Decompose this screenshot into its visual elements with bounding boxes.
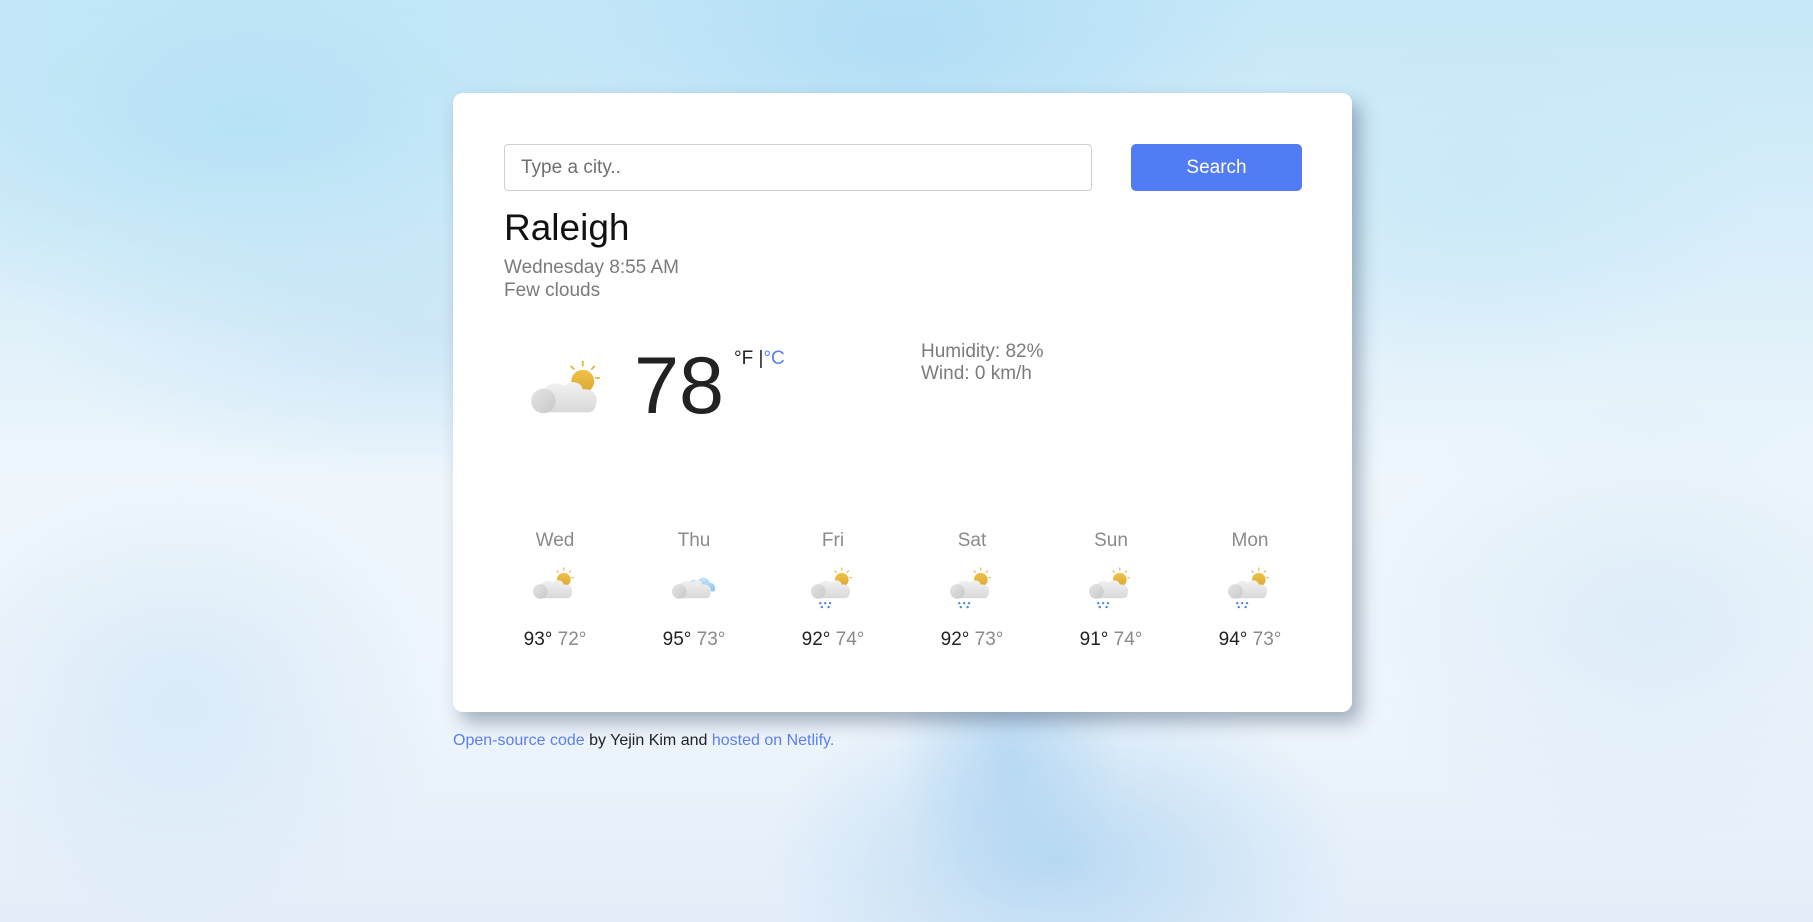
forecast-day-name: Sat xyxy=(957,530,987,551)
forecast-day: Mon 94° 73° xyxy=(1190,530,1310,651)
forecast-day: Thu 95° 73° xyxy=(634,530,754,651)
celsius-link[interactable]: °C xyxy=(763,348,784,369)
footer-author-text: by Yejin Kim and xyxy=(584,732,712,749)
city-name: Raleigh xyxy=(504,207,630,248)
wind: Wind: 0 km/h xyxy=(921,363,1032,384)
broken-clouds-icon xyxy=(672,577,716,599)
forecast-high: 95° xyxy=(662,629,692,650)
current-meta: Wednesday 8:55 AM Few clouds xyxy=(504,256,679,302)
forecast-temps: 91° 74° xyxy=(1051,629,1171,651)
forecast-high: 92° xyxy=(940,629,970,650)
forecast-low: 73° xyxy=(1252,629,1282,650)
forecast-day-name: Thu xyxy=(677,530,711,551)
forecast-day: Sat 92° 73° xyxy=(912,530,1032,651)
forecast-day-name: Fri xyxy=(821,530,845,551)
rain-day-icon xyxy=(950,567,992,609)
few-clouds-day-icon xyxy=(527,357,609,417)
forecast-temps: 95° 73° xyxy=(634,629,754,651)
forecast-low: 74° xyxy=(1113,629,1143,650)
weather-card: Search Raleigh Wednesday 8:55 AM Few clo… xyxy=(453,93,1352,712)
forecast-low: 73° xyxy=(974,629,1004,650)
weather-details: Humidity: 82% Wind: 0 km/h xyxy=(921,341,1044,385)
forecast-high: 93° xyxy=(523,629,553,650)
forecast-temps: 94° 73° xyxy=(1190,629,1310,651)
forecast-day-name: Wed xyxy=(535,530,575,551)
open-source-code-link[interactable]: Open-source code xyxy=(453,732,585,749)
current-datetime: Wednesday 8:55 AM xyxy=(504,257,679,278)
few-clouds-day-icon xyxy=(533,567,575,599)
forecast-high: 92° xyxy=(801,629,831,650)
unit-toggle: °F |°C xyxy=(734,348,785,370)
fahrenheit-link[interactable]: °F xyxy=(734,348,753,369)
humidity: Humidity: 82% xyxy=(921,341,1044,362)
weather-description: Few clouds xyxy=(504,280,601,301)
forecast-day-name: Sun xyxy=(1094,530,1128,551)
forecast-temps: 92° 73° xyxy=(912,629,1032,651)
forecast-day: Fri 92° 74° xyxy=(773,530,893,651)
forecast-day: Wed 93° 72° xyxy=(495,530,615,651)
unit-separator: | xyxy=(753,348,764,369)
forecast: Wed 93° 72° Thu 95° 73° Fri 92° 74° Sat … xyxy=(485,530,1321,670)
forecast-temps: 92° 74° xyxy=(773,629,893,651)
forecast-day: Sun 91° 74° xyxy=(1051,530,1171,651)
rain-day-icon xyxy=(1089,567,1131,609)
netlify-link[interactable]: hosted on Netlify. xyxy=(712,732,834,749)
forecast-temps: 93° 72° xyxy=(495,629,615,651)
rain-day-icon xyxy=(811,567,853,609)
forecast-day-name: Mon xyxy=(1231,530,1269,551)
current-temperature: 78 xyxy=(634,341,725,431)
search-button[interactable]: Search xyxy=(1131,144,1302,191)
forecast-low: 74° xyxy=(835,629,865,650)
forecast-low: 73° xyxy=(696,629,726,650)
city-search-input[interactable] xyxy=(504,144,1092,191)
forecast-high: 94° xyxy=(1218,629,1248,650)
forecast-high: 91° xyxy=(1079,629,1109,650)
footer: Open-source code by Yejin Kim and hosted… xyxy=(453,731,834,751)
forecast-low: 72° xyxy=(557,629,587,650)
rain-day-icon xyxy=(1228,567,1270,609)
